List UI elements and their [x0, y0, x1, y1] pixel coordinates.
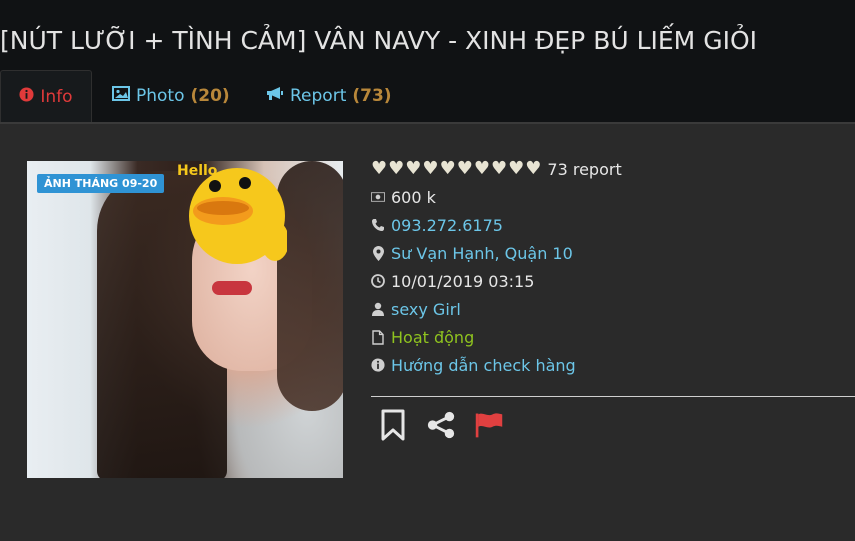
- tab-bar: Info Photo (20) Report (73): [0, 70, 855, 123]
- details-list: ♥ ♥ ♥ ♥ ♥ ♥ ♥ ♥ ♥ ♥ 73 report 600 k 093.…: [371, 155, 855, 379]
- money-icon: [371, 189, 385, 205]
- heart-icon: ♥: [439, 158, 456, 179]
- file-icon: [371, 329, 385, 345]
- tab-photo-label: Photo: [136, 86, 185, 106]
- action-bar: [378, 408, 504, 442]
- map-marker-icon: [371, 245, 385, 261]
- tab-report-count: (73): [352, 86, 392, 106]
- page-title: [NÚT LƯỠI + TÌNH CẢM] VÂN NAVY - XINH ĐẸ…: [0, 26, 757, 55]
- heart-icon: ♥: [490, 158, 508, 179]
- phone-row: 093.272.6175: [371, 211, 855, 239]
- status-value: Hoạt động: [391, 327, 475, 347]
- svg-text:Hello: Hello: [177, 163, 218, 179]
- heart-icon: ♥: [508, 158, 525, 179]
- profile-photo[interactable]: Hello: [27, 161, 343, 478]
- heart-icon: ♥: [473, 158, 490, 179]
- user-icon: [371, 301, 385, 317]
- report-flag-button[interactable]: [474, 408, 504, 442]
- location-row: Sư Vạn Hạnh, Quận 10: [371, 239, 855, 267]
- tab-report-label: Report: [290, 86, 347, 106]
- photo-badge: ẢNH THÁNG 09-20: [37, 174, 165, 193]
- heart-icon: ♥: [405, 158, 422, 179]
- datetime-row: 10/01/2019 03:15: [371, 267, 855, 295]
- bookmark-button[interactable]: [378, 408, 408, 442]
- status-row: Hoạt động: [371, 323, 855, 351]
- duck-sticker-icon: Hello: [177, 163, 287, 264]
- heart-icon: ♥: [388, 158, 405, 179]
- tab-photo[interactable]: Photo (20): [112, 70, 230, 122]
- rating-hearts: ♥ ♥ ♥ ♥ ♥ ♥ ♥ ♥ ♥ ♥: [371, 160, 541, 178]
- price-row: 600 k: [371, 183, 855, 211]
- bullhorn-icon: [266, 86, 284, 106]
- heart-icon: ♥: [422, 158, 439, 179]
- phone-link[interactable]: 093.272.6175: [391, 216, 503, 235]
- bookmark-icon: [381, 409, 405, 441]
- guide-row: Hướng dẫn check hàng: [371, 351, 855, 379]
- phone-icon: [371, 217, 385, 233]
- share-button[interactable]: [426, 408, 456, 442]
- location-link[interactable]: Sư Vạn Hạnh, Quận 10: [391, 244, 573, 263]
- image-icon: [112, 86, 130, 106]
- guide-link[interactable]: Hướng dẫn check hàng: [391, 356, 576, 375]
- share-icon: [427, 411, 455, 439]
- tab-info-label: Info: [40, 87, 73, 107]
- tab-report[interactable]: Report (73): [266, 70, 392, 122]
- rating-row: ♥ ♥ ♥ ♥ ♥ ♥ ♥ ♥ ♥ ♥ 73 report: [371, 155, 855, 183]
- heart-icon: ♥: [371, 158, 388, 179]
- tab-photo-count: (20): [190, 86, 230, 106]
- report-count: 73 report: [547, 159, 622, 179]
- heart-icon: ♥: [456, 158, 473, 179]
- info-circle-icon: [19, 87, 34, 107]
- datetime-value: 10/01/2019 03:15: [391, 271, 535, 291]
- divider: [371, 396, 855, 397]
- tab-info[interactable]: Info: [0, 70, 92, 123]
- heart-icon: ♥: [525, 158, 542, 179]
- price-value: 600 k: [391, 187, 436, 207]
- info-circle-icon: [371, 357, 385, 373]
- category-row: sexy Girl: [371, 295, 855, 323]
- clock-icon: [371, 273, 385, 289]
- flag-icon: [475, 413, 503, 438]
- category-link[interactable]: sexy Girl: [391, 300, 461, 319]
